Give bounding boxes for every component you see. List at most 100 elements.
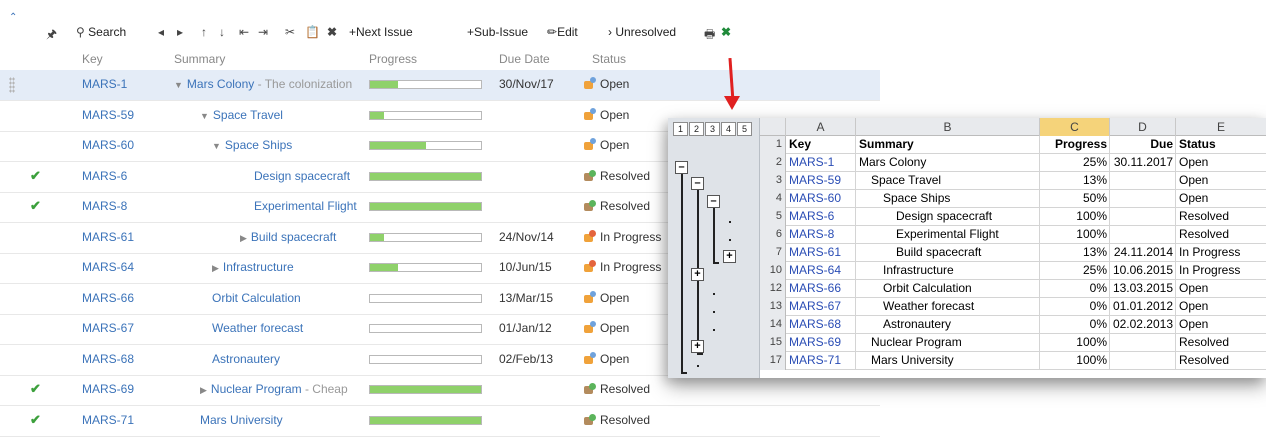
summary-cell[interactable]: ▼ Space Ships bbox=[212, 138, 366, 152]
summary-cell[interactable]: Mars University bbox=[200, 413, 366, 427]
status-cell[interactable]: Resolved bbox=[584, 382, 668, 396]
summary-link[interactable]: Design spacecraft bbox=[254, 169, 350, 183]
outline-expand-button[interactable]: + bbox=[691, 340, 704, 353]
status-cell[interactable]: Open bbox=[584, 138, 668, 152]
row-number[interactable]: 5 bbox=[760, 208, 786, 226]
summary-link[interactable]: Experimental Flight bbox=[254, 199, 357, 213]
sheet-cell-key[interactable]: MARS-1 bbox=[786, 154, 856, 172]
sheet-header-due[interactable]: Due bbox=[1110, 136, 1176, 154]
issue-key-link[interactable]: MARS-71 bbox=[82, 413, 134, 427]
row-number[interactable]: 7 bbox=[760, 244, 786, 262]
sheet-cell-progress[interactable]: 100% bbox=[1040, 208, 1110, 226]
sub-issue-button[interactable]: +Sub-Issue bbox=[467, 25, 528, 39]
sheet-cell-status[interactable]: In Progress bbox=[1176, 244, 1266, 262]
issue-key-link[interactable]: MARS-60 bbox=[82, 138, 134, 152]
row-number[interactable]: 15 bbox=[760, 334, 786, 352]
indent-right-icon[interactable]: ▸ bbox=[177, 25, 183, 39]
sheet-cell-status[interactable]: Open bbox=[1176, 172, 1266, 190]
status-cell[interactable]: Open bbox=[584, 321, 668, 335]
table-row[interactable]: MARS-1 ▼ Mars Colony - The colonization 30/… bbox=[0, 70, 880, 101]
column-letter-a[interactable]: A bbox=[786, 118, 856, 136]
sheet-header-key[interactable]: Key bbox=[786, 136, 856, 154]
sheet-cell-progress[interactable]: 50% bbox=[1040, 190, 1110, 208]
outline-level-button[interactable]: 5 bbox=[737, 122, 752, 136]
summary-link[interactable]: Astronautery bbox=[212, 352, 280, 366]
expand-toggle-icon[interactable]: ▼ bbox=[212, 141, 221, 151]
sheet-cell-progress[interactable]: 25% bbox=[1040, 262, 1110, 280]
summary-link[interactable]: Weather forecast bbox=[212, 321, 303, 335]
indent-icon[interactable]: ⇥ bbox=[258, 25, 268, 39]
sheet-cell-status[interactable]: Open bbox=[1176, 298, 1266, 316]
unresolved-filter-button[interactable]: › Unresolved bbox=[608, 25, 676, 39]
column-header-due-date[interactable]: Due Date bbox=[499, 52, 550, 66]
summary-cell[interactable]: ▶ Build spacecraft bbox=[240, 230, 366, 244]
outline-level-button[interactable]: 4 bbox=[721, 122, 736, 136]
outline-collapse-button[interactable]: – bbox=[707, 195, 720, 208]
sheet-cell-key[interactable]: MARS-67 bbox=[786, 298, 856, 316]
issue-key-link[interactable]: MARS-6 bbox=[82, 169, 127, 183]
column-header-key[interactable]: Key bbox=[82, 52, 103, 66]
outline-level-button[interactable]: 3 bbox=[705, 122, 720, 136]
row-number[interactable]: 4 bbox=[760, 190, 786, 208]
sheet-cell-status[interactable]: Resolved bbox=[1176, 226, 1266, 244]
sheet-cell-summary[interactable]: Mars Colony bbox=[856, 154, 1040, 172]
sheet-cell-summary[interactable]: Mars University bbox=[856, 352, 1040, 370]
sheet-cell-key[interactable]: MARS-8 bbox=[786, 226, 856, 244]
sheet-cell-progress[interactable]: 13% bbox=[1040, 244, 1110, 262]
print-icon[interactable]: 🖶 bbox=[704, 25, 715, 46]
sheet-cell-due[interactable]: 10.06.2015 bbox=[1110, 262, 1176, 280]
sheet-cell-summary[interactable]: Build spacecraft bbox=[856, 244, 1040, 262]
sheet-cell-due[interactable]: 13.03.2015 bbox=[1110, 280, 1176, 298]
excel-export-icon[interactable]: ✖ bbox=[721, 25, 731, 39]
status-cell[interactable]: Open bbox=[584, 107, 668, 122]
outline-level-button[interactable]: 1 bbox=[673, 122, 688, 136]
sheet-cell-key[interactable]: MARS-68 bbox=[786, 316, 856, 334]
status-cell[interactable]: Resolved bbox=[584, 169, 668, 183]
sheet-cell-status[interactable]: Open bbox=[1176, 280, 1266, 298]
indent-left-icon[interactable]: ◂ bbox=[158, 25, 164, 39]
sheet-cell-status[interactable]: In Progress bbox=[1176, 262, 1266, 280]
sheet-cell-status[interactable]: Resolved bbox=[1176, 352, 1266, 370]
sheet-cell-due[interactable] bbox=[1110, 172, 1176, 190]
sheet-cell-due[interactable]: 30.11.2017 bbox=[1110, 154, 1176, 172]
column-letter-e[interactable]: E bbox=[1176, 118, 1266, 136]
outline-collapse-button[interactable]: – bbox=[691, 177, 704, 190]
sheet-header-status[interactable]: Status bbox=[1176, 136, 1266, 154]
summary-link[interactable]: Space Travel bbox=[213, 108, 283, 122]
issue-key-link[interactable]: MARS-61 bbox=[82, 230, 134, 244]
row-number[interactable]: 6 bbox=[760, 226, 786, 244]
sheet-cell-summary[interactable]: Astronautery bbox=[856, 316, 1040, 334]
sheet-cell-due[interactable]: 24.11.2014 bbox=[1110, 244, 1176, 262]
issue-key-link[interactable]: MARS-1 bbox=[82, 77, 127, 91]
sheet-cell-status[interactable]: Resolved bbox=[1176, 334, 1266, 352]
sheet-cell-key[interactable]: MARS-66 bbox=[786, 280, 856, 298]
column-header-progress[interactable]: Progress bbox=[369, 52, 417, 66]
summary-link[interactable]: Infrastructure bbox=[223, 260, 294, 274]
sheet-cell-status[interactable]: Open bbox=[1176, 316, 1266, 334]
sheet-cell-due[interactable] bbox=[1110, 208, 1176, 226]
pin-icon[interactable]: 🖈 bbox=[46, 25, 57, 46]
outline-expand-button[interactable]: + bbox=[691, 268, 704, 281]
sheet-cell-due[interactable] bbox=[1110, 226, 1176, 244]
status-cell[interactable]: Open bbox=[584, 351, 668, 366]
edit-button[interactable]: ✏Edit bbox=[547, 25, 578, 39]
sheet-cell-progress[interactable]: 100% bbox=[1040, 226, 1110, 244]
issue-key-link[interactable]: MARS-8 bbox=[82, 199, 127, 213]
sheet-cell-progress[interactable]: 0% bbox=[1040, 280, 1110, 298]
sheet-cell-key[interactable]: MARS-60 bbox=[786, 190, 856, 208]
sheet-cell-status[interactable]: Resolved bbox=[1176, 208, 1266, 226]
summary-link[interactable]: Space Ships bbox=[225, 138, 292, 152]
row-number[interactable]: 17 bbox=[760, 352, 786, 370]
select-all-corner[interactable] bbox=[760, 118, 786, 136]
status-cell[interactable]: Open bbox=[584, 290, 668, 305]
summary-cell[interactable]: Design spacecraft bbox=[254, 169, 366, 183]
summary-cell[interactable]: Orbit Calculation bbox=[212, 291, 366, 305]
row-number[interactable]: 12 bbox=[760, 280, 786, 298]
collapse-toggle-icon[interactable]: ▶ bbox=[240, 233, 247, 243]
delete-icon[interactable]: ✖ bbox=[327, 25, 337, 39]
sheet-cell-progress[interactable]: 100% bbox=[1040, 352, 1110, 370]
outline-expand-button[interactable]: + bbox=[723, 250, 736, 263]
summary-cell[interactable]: Weather forecast bbox=[212, 321, 366, 335]
sheet-cell-key[interactable]: MARS-71 bbox=[786, 352, 856, 370]
sheet-cell-key[interactable]: MARS-6 bbox=[786, 208, 856, 226]
